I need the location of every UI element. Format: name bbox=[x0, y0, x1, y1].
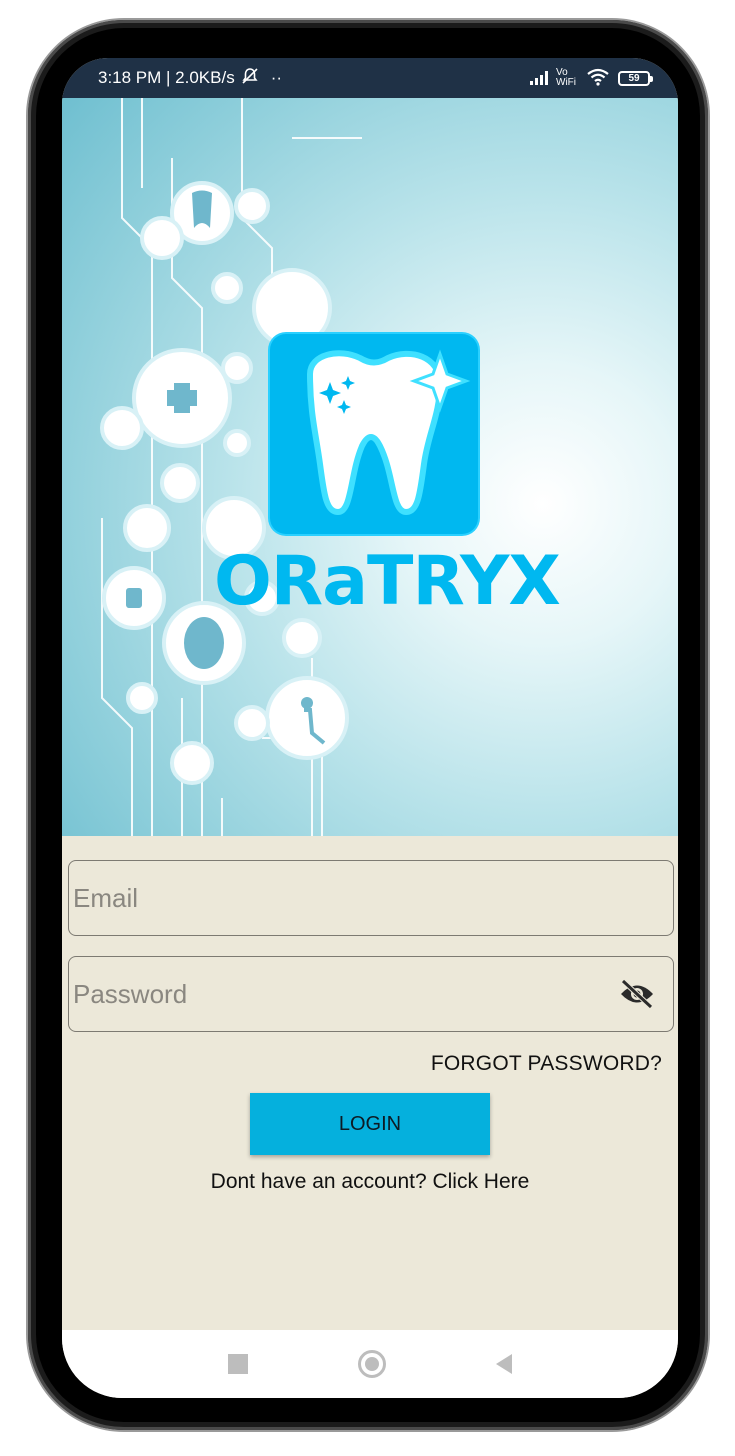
login-button[interactable]: LOGIN bbox=[250, 1093, 490, 1155]
eye-off-icon[interactable] bbox=[617, 974, 657, 1014]
square-icon[interactable] bbox=[228, 1354, 248, 1374]
wifi-icon bbox=[586, 68, 610, 89]
login-form: Email Password FORGOT PASSWORD? LOGIN Do… bbox=[62, 836, 678, 1330]
status-bar: 3:18 PM | 2.0KB/s ·· Vo WiFi 59 bbox=[62, 58, 678, 98]
password-field[interactable]: Password bbox=[68, 956, 674, 1032]
signal-icon bbox=[530, 71, 548, 85]
vowifi-label: Vo WiFi bbox=[556, 67, 576, 88]
password-placeholder: Password bbox=[73, 978, 188, 1009]
brand-name: ORaTRYX bbox=[214, 542, 561, 621]
forgot-password-link[interactable]: FORGOT PASSWORD? bbox=[431, 1052, 662, 1076]
battery-indicator: 59 bbox=[618, 70, 653, 86]
tooth-icon bbox=[306, 349, 471, 516]
triangle-back-icon[interactable] bbox=[496, 1354, 512, 1374]
email-placeholder: Email bbox=[73, 882, 139, 913]
navigation-bar bbox=[62, 1330, 678, 1398]
email-field[interactable]: Email bbox=[68, 860, 674, 936]
app-screen: 3:18 PM | 2.0KB/s ·· Vo WiFi 59 ORaTRYX … bbox=[62, 58, 678, 1398]
status-dots: ·· bbox=[270, 68, 283, 87]
hero-banner: ORaTRYX bbox=[62, 98, 678, 836]
circle-icon[interactable] bbox=[358, 1350, 386, 1378]
signup-link[interactable]: Dont have an account? Click Here bbox=[62, 1170, 678, 1194]
mute-icon bbox=[241, 67, 259, 90]
app-logo bbox=[270, 334, 478, 534]
status-time-speed: 3:18 PM | 2.0KB/s bbox=[98, 68, 235, 87]
